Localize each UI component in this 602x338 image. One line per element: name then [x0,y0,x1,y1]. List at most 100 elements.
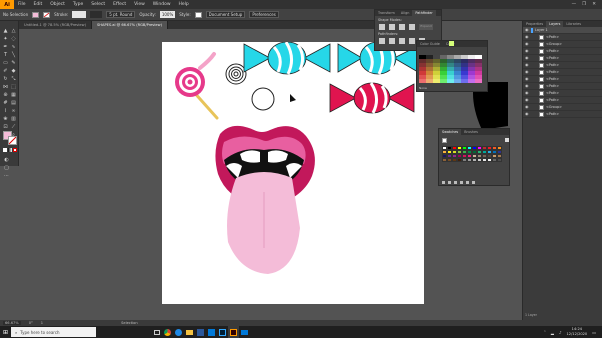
eye-icon[interactable]: ◉ [525,70,529,74]
eraser-icon[interactable]: ◆ [10,67,17,74]
maximize-button[interactable]: ❐ [582,2,586,7]
word-icon[interactable] [195,326,206,338]
taskbar-search[interactable]: ⌕ Type here to search [11,327,96,337]
layer-item-row[interactable]: ◉ <Group> [523,41,602,48]
trim-icon[interactable] [389,38,395,44]
style-swatch[interactable] [194,11,202,18]
line-tool-icon[interactable]: ╲ [10,51,17,58]
gradient-tool-icon[interactable]: ▤ [10,99,17,106]
grid-view-icon[interactable] [505,138,509,142]
mouth-illustration[interactable] [215,125,315,274]
color-cell[interactable] [454,79,461,83]
windows-start-icon[interactable]: ⊞ [0,326,11,338]
unite-icon[interactable] [379,24,385,30]
preferences-button[interactable]: Preferences [249,11,279,18]
stroke-color-icon[interactable] [8,136,17,145]
more-tools-icon[interactable]: ⋯ [3,172,10,179]
swatch-grid[interactable] [442,146,502,162]
scale-tool-icon[interactable]: ⤡ [10,75,17,82]
color-cell[interactable] [475,79,482,83]
file-explorer-icon[interactable] [184,326,195,338]
network-icon[interactable]: ▂ [551,330,554,335]
variable-width-field[interactable] [90,11,103,18]
arrow-shape[interactable] [290,94,296,102]
color-cell[interactable] [426,79,433,83]
paintbrush-icon[interactable]: ✎ [10,59,17,66]
artboard-tool-icon[interactable]: ⊡ [2,123,9,130]
menu-type[interactable]: Type [69,2,87,7]
rotate-tool-icon[interactable]: ↻ [2,75,9,82]
exclude-icon[interactable] [409,24,415,30]
tab-align[interactable]: Align [398,10,413,16]
color-cell[interactable] [447,79,454,83]
blend-tool-icon[interactable]: ∞ [10,107,17,114]
direct-selection-tool-icon[interactable]: △ [10,27,17,34]
free-transform-icon[interactable]: ⬚ [10,83,17,90]
new-group-icon[interactable] [460,181,463,184]
eye-icon[interactable]: ◉ [525,28,529,32]
tab-transform[interactable]: Transform [375,10,398,16]
menu-edit[interactable]: Edit [30,2,47,7]
circle-shape[interactable] [251,87,275,111]
curvature-tool-icon[interactable]: ∿ [10,43,17,50]
edge-icon[interactable] [173,326,184,338]
artboard[interactable] [162,41,424,304]
tab-untitled-1[interactable]: Untitled-1 @ 78.5% (RGB/Preview) [19,21,92,29]
type-tool-icon[interactable]: T [2,51,9,58]
menu-effect[interactable]: Effect [109,2,130,7]
swatch-chip[interactable] [497,158,502,162]
graph-tool-icon[interactable]: ▥ [10,115,17,122]
slice-tool-icon[interactable]: ⟋ [10,123,17,130]
show-kinds-icon[interactable] [448,181,451,184]
menu-select[interactable]: Select [87,2,109,7]
lollipop[interactable] [175,52,219,120]
tray-chevron-icon[interactable]: ˄ [544,330,546,335]
layer-item-row[interactable]: ◉ <Path> [523,55,602,62]
layer-item-row[interactable]: ◉ <Path> [523,97,602,104]
new-swatch-icon[interactable] [466,181,469,184]
layer-item-row[interactable]: ◉ <Path> [523,34,602,41]
eye-icon[interactable]: ◉ [525,112,529,116]
current-color-chip[interactable] [449,41,454,46]
menu-file[interactable]: File [14,2,30,7]
layer-item-row[interactable]: ◉ <Path> [523,69,602,76]
task-view-icon[interactable] [151,326,162,338]
tab-swatches[interactable]: Swatches [439,129,462,135]
layer-item-row[interactable]: ◉ <Path> [523,76,602,83]
document-setup-button[interactable]: Document Setup [205,11,246,18]
swatch-options-icon[interactable] [454,181,457,184]
spiral-shape[interactable] [225,63,247,85]
color-cell[interactable] [433,79,440,83]
width-tool-icon[interactable]: ⋈ [2,83,9,90]
stroke-swatch[interactable] [43,11,51,18]
shaper-tool-icon[interactable]: ✐ [2,67,9,74]
crop-icon[interactable] [409,38,415,44]
photoshop-icon[interactable] [217,326,228,338]
eye-icon[interactable]: ◉ [525,77,529,81]
symbol-sprayer-icon[interactable]: ❀ [2,115,9,122]
merge-icon[interactable] [399,38,405,44]
lasso-icon[interactable]: ◌ [10,35,17,42]
mail-icon[interactable] [239,326,250,338]
stroke-weight-field[interactable] [72,11,87,18]
eye-icon[interactable]: ◉ [525,49,529,53]
eye-icon[interactable]: ◉ [525,98,529,102]
volume-icon[interactable]: ♪ [559,330,562,335]
color-cell[interactable] [419,79,426,83]
eye-icon[interactable]: ◉ [525,105,529,109]
swatch-fill-icon[interactable] [442,138,447,143]
gradient-mode-icon[interactable] [8,148,12,152]
menu-window[interactable]: Window [149,2,175,7]
menu-help[interactable]: Help [175,2,193,7]
eye-icon[interactable]: ◉ [525,35,529,39]
tab-brushes[interactable]: Brushes [461,129,481,135]
tab-color-guide[interactable]: Color Guide [417,41,443,47]
draw-mode-icon[interactable]: ◐ [3,156,10,163]
tab-libraries[interactable]: Libraries [563,21,584,27]
rotation-field[interactable]: 0° [29,321,33,325]
brush-definition[interactable]: 5 pt. Round [106,11,136,18]
menu-object[interactable]: Object [46,2,69,7]
store-icon[interactable] [206,326,217,338]
color-spectrum-grid[interactable] [419,55,482,83]
illustrator-icon[interactable] [228,326,239,338]
